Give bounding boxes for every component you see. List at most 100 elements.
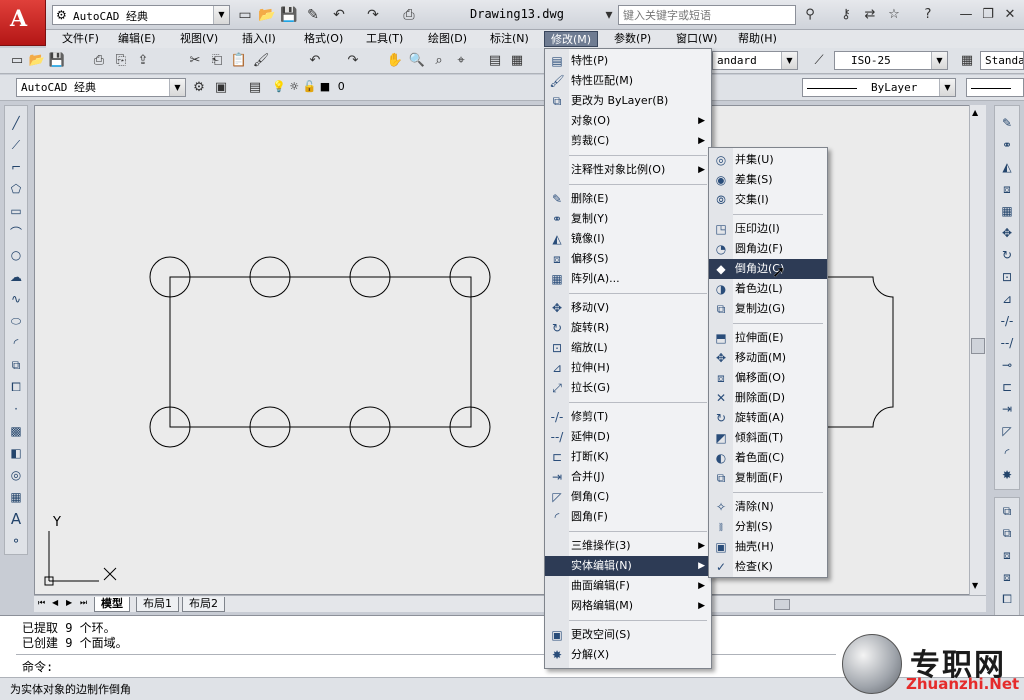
menu-item-copy-faces[interactable]: ⧉ 复制面(F) <box>709 468 827 488</box>
print-icon[interactable]: ⎙ <box>90 52 108 70</box>
send-back-icon[interactable]: ⧉ <box>998 524 1016 542</box>
new-file-icon[interactable]: ▭ <box>8 52 26 70</box>
array-icon[interactable]: ▦ <box>998 202 1016 220</box>
text-style-combo[interactable]: andard ▼ <box>712 51 798 70</box>
spline-icon[interactable]: ∿ <box>7 290 25 308</box>
ellipse-icon[interactable]: ⬭ <box>7 312 25 330</box>
workspace-settings-icon[interactable]: ▣ <box>212 79 230 97</box>
menu-item-extend[interactable]: --/ 延伸(D) <box>545 427 711 447</box>
favorites-star-icon[interactable]: ☆ <box>884 5 904 25</box>
chamfer-icon[interactable]: ◸ <box>998 422 1016 440</box>
publish-icon[interactable]: ⇪ <box>134 52 152 70</box>
chevron-down-icon[interactable]: ▼ <box>169 79 185 96</box>
bring-above-icon[interactable]: ⧈ <box>998 546 1016 564</box>
tab-first-icon[interactable]: ⏮ <box>38 598 45 608</box>
table-style-icon[interactable]: ▦ <box>958 52 976 70</box>
menu-format[interactable]: 格式(O) <box>298 31 349 47</box>
layer-combo[interactable]: 💡 ☼ 🔓 ■ 0 <box>268 78 542 97</box>
menu-item-move-faces[interactable]: ✥ 移动面(M) <box>709 348 827 368</box>
zoom-realtime-icon[interactable]: 🔍 <box>408 52 426 70</box>
polyline-icon[interactable]: ⌐ <box>7 158 25 176</box>
menu-draw[interactable]: 绘图(D) <box>422 31 473 47</box>
layer-manager-icon[interactable]: ▤ <box>246 79 264 97</box>
menu-item-copy[interactable]: ⚭ 复制(Y) <box>545 209 711 229</box>
menu-item-stretch[interactable]: ⊿ 拉伸(H) <box>545 358 711 378</box>
menu-item-submenu-4[interactable]: 剪裁(C) ▶ <box>545 131 711 151</box>
break-icon[interactable]: ⊏ <box>998 378 1016 396</box>
menu-item-fillet-edges[interactable]: ◔ 圆角边(F) <box>709 239 827 259</box>
ellipse-arc-icon[interactable]: ◜ <box>7 334 25 352</box>
save-icon[interactable]: 💾 <box>48 52 66 70</box>
offset-icon[interactable]: ⧈ <box>998 180 1016 198</box>
menu-item-submenu-23[interactable]: 实体编辑(N) ▶ <box>545 556 711 576</box>
application-menu-button[interactable]: A <box>0 0 46 46</box>
multiline-text-icon[interactable]: A <box>7 510 25 528</box>
save-as-icon[interactable]: ✎ <box>304 6 322 24</box>
menu-item-clean[interactable]: ✧ 清除(N) <box>709 497 827 517</box>
join-icon[interactable]: ⇥ <box>998 400 1016 418</box>
tab-prev-icon[interactable]: ◀ <box>52 598 58 607</box>
print-icon[interactable]: ⎙ <box>400 6 418 24</box>
hscroll-thumb[interactable] <box>774 599 790 610</box>
table-icon[interactable]: ▦ <box>7 488 25 506</box>
menu-window[interactable]: 窗口(W) <box>670 31 723 47</box>
dim-style-combo[interactable]: ISO-25 ▼ <box>834 51 948 70</box>
key-icon[interactable]: ⚷ <box>836 5 856 25</box>
circle-icon[interactable]: ○ <box>7 246 25 264</box>
menu-item-union[interactable]: ◎ 并集(U) <box>709 150 827 170</box>
zoom-previous-icon[interactable]: ⌖ <box>452 52 470 70</box>
menu-item-submenu-5[interactable]: 注释性对象比例(O) ▶ <box>545 160 711 180</box>
redo-icon[interactable]: ↷ <box>344 52 362 70</box>
menu-item-move[interactable]: ✥ 移动(V) <box>545 298 711 318</box>
menu-item-delete-faces[interactable]: ✕ 删除面(D) <box>709 388 827 408</box>
scroll-up-icon[interactable]: ▲ <box>972 108 978 117</box>
mirror-icon[interactable]: ◭ <box>998 158 1016 176</box>
workspace-toolbar-combo[interactable]: AutoCAD 经典 ▼ <box>16 78 186 97</box>
region-icon[interactable]: ◎ <box>7 466 25 484</box>
menu-item-join[interactable]: ⇥ 合并(J) <box>545 467 711 487</box>
paste-icon[interactable]: 📋 <box>230 52 248 70</box>
add-selected-icon[interactable]: ⚬ <box>7 532 25 550</box>
gradient-icon[interactable]: ◧ <box>7 444 25 462</box>
menu-item-color-edges[interactable]: ◑ 着色边(L) <box>709 279 827 299</box>
pan-icon[interactable]: ✋ <box>386 52 404 70</box>
properties-icon[interactable]: ▤ <box>486 52 504 70</box>
lineweight-combo[interactable] <box>966 78 1024 97</box>
menu-item-rotate[interactable]: ↻ 旋转(R) <box>545 318 711 338</box>
menu-item-taper-faces[interactable]: ◩ 倾斜面(T) <box>709 428 827 448</box>
zoom-window-icon[interactable]: ⌕ <box>430 52 448 70</box>
menu-dimension[interactable]: 标注(N) <box>484 31 535 47</box>
break-point-icon[interactable]: ⊸ <box>998 356 1016 374</box>
menu-edit[interactable]: 编辑(E) <box>112 31 162 47</box>
menu-item-scale[interactable]: ⊡ 缩放(L) <box>545 338 711 358</box>
menu-item-chamfer-edges[interactable]: ◆ 倒角边(C) <box>709 259 827 279</box>
drawing-canvas[interactable]: Y <box>34 105 986 595</box>
command-prompt[interactable]: 命令: <box>22 658 53 675</box>
menu-item-offset[interactable]: ⧈ 偏移(S) <box>545 249 711 269</box>
cut-icon[interactable]: ✂ <box>186 52 204 70</box>
exchange-icon[interactable]: ⇄ <box>860 5 880 25</box>
menu-item-submenu-24[interactable]: 曲面编辑(F) ▶ <box>545 576 711 596</box>
redo-icon[interactable]: ↷ <box>364 6 382 24</box>
menu-item-rotate-faces[interactable]: ↻ 旋转面(A) <box>709 408 827 428</box>
restore-icon[interactable]: ❐ <box>978 5 998 25</box>
copy-icon[interactable]: ⚭ <box>998 136 1016 154</box>
match-properties-icon[interactable]: 🖌 <box>252 52 270 70</box>
menu-item-erase[interactable]: ✎ 删除(E) <box>545 189 711 209</box>
stretch-icon[interactable]: ⊿ <box>998 290 1016 308</box>
menu-item-bylayer[interactable]: ⧉ 更改为 ByLayer(B) <box>545 91 711 111</box>
revision-cloud-icon[interactable]: ☁ <box>7 268 25 286</box>
menu-tools[interactable]: 工具(T) <box>360 31 409 47</box>
scale-icon[interactable]: ⊡ <box>998 268 1016 286</box>
chevron-down-icon[interactable]: ▼ <box>931 52 947 69</box>
explode-icon[interactable]: ✸ <box>998 466 1016 484</box>
undo-icon[interactable]: ↶ <box>306 52 324 70</box>
line-icon[interactable]: ╱ <box>7 114 25 132</box>
gear-icon[interactable]: ⚙ <box>190 79 208 97</box>
menu-item-submenu-25[interactable]: 网格编辑(M) ▶ <box>545 596 711 616</box>
tab-layout1[interactable]: 布局1 <box>136 597 179 612</box>
open-file-icon[interactable]: 📂 <box>28 52 46 70</box>
menu-item-array[interactable]: ▦ 阵列(A)... <box>545 269 711 289</box>
menu-parametric[interactable]: 参数(P) <box>608 31 657 47</box>
menu-item-trim[interactable]: -/- 修剪(T) <box>545 407 711 427</box>
